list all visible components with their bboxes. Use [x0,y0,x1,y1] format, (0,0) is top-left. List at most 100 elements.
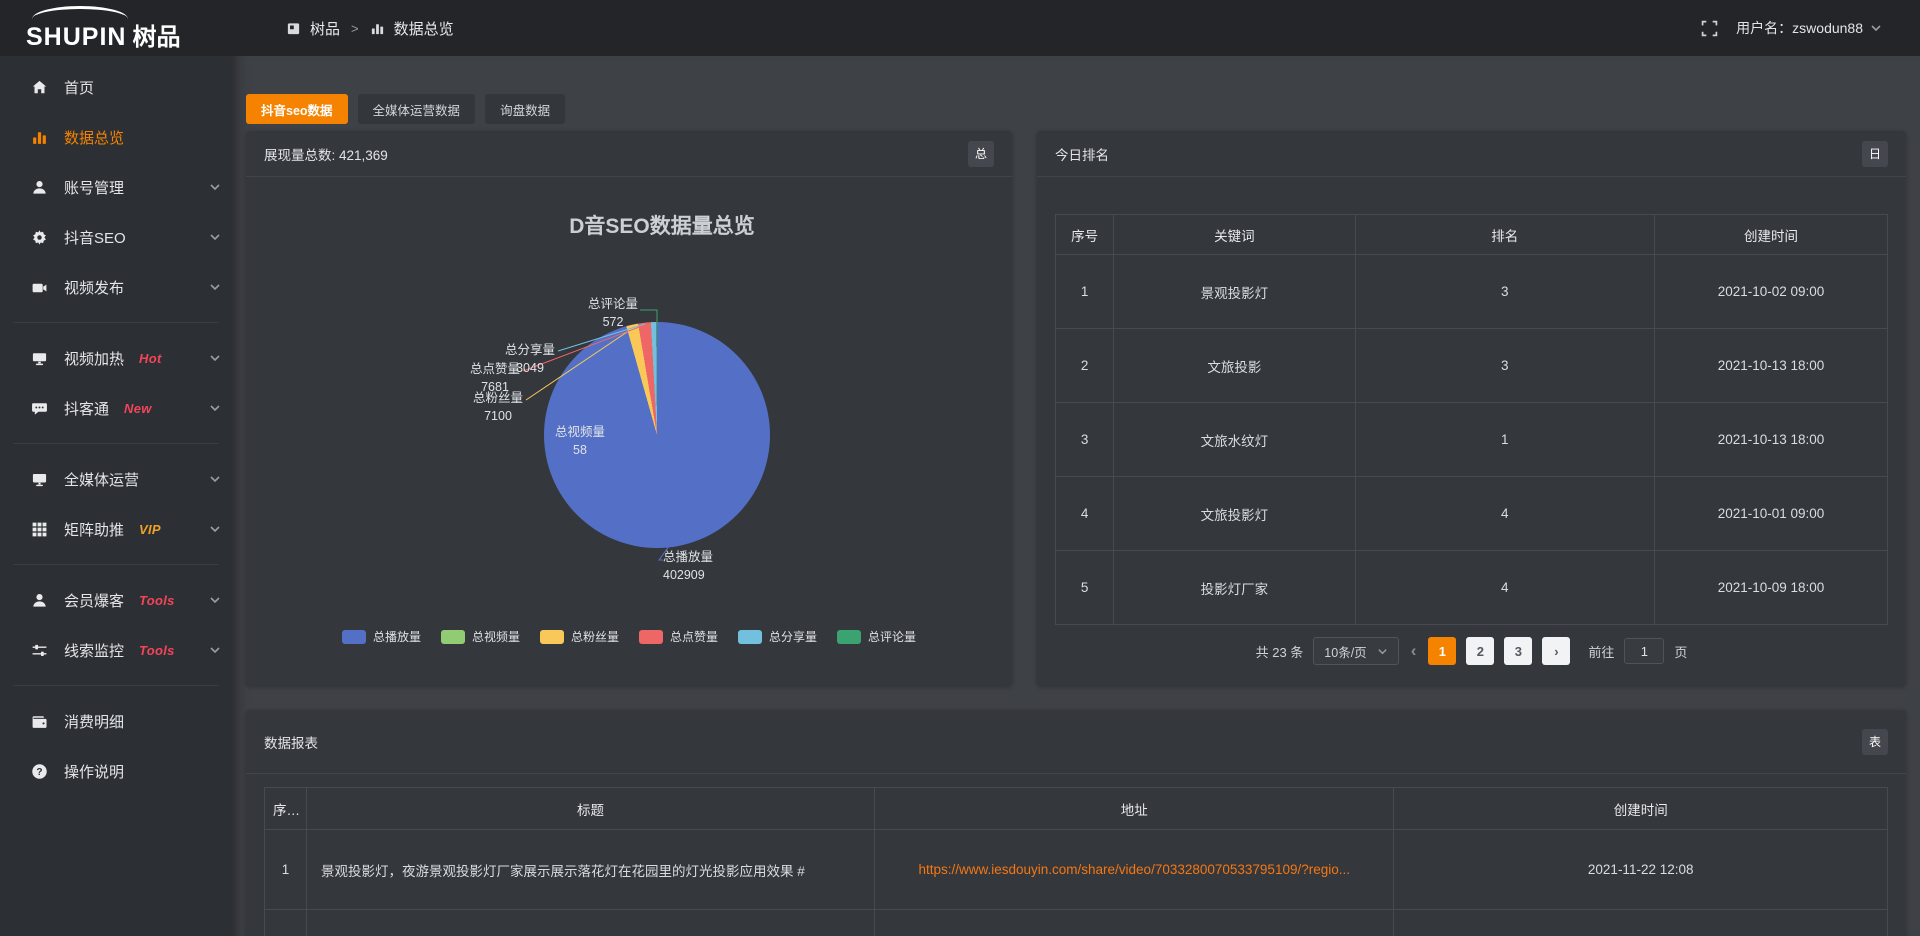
report-col-header: 创建时间 [1394,788,1888,830]
tab-douyin-seo-data[interactable]: 抖音seo数据 [246,94,348,124]
rank-col-header: 创建时间 [1655,215,1888,255]
prev-page-button[interactable]: ‹ [1409,641,1419,661]
logo-text-en: SHUPIN [26,23,126,52]
rank-cell: 4 [1056,477,1114,551]
username-label: 用户名：zswodun88 [1736,18,1863,38]
report-cell-created: 2021-11-22 12:08 [1394,830,1888,910]
rank-cell: 3 [1355,255,1655,329]
sidebar-item-badge: New [124,401,152,416]
legend-swatch [639,630,663,644]
rank-cell: 文旅水纹灯 [1114,403,1355,477]
sidebar-divider [13,685,219,686]
legend-label: 总视频量 [472,628,520,645]
legend-label: 总分享量 [769,628,817,645]
legend-item-1[interactable]: 总视频量 [441,628,520,645]
sidebar-item-omni-media[interactable]: 全媒体运营 [0,454,232,504]
legend-label: 总粉丝量 [571,628,619,645]
sidebar-item-label: 抖音SEO [64,227,126,248]
grid-icon [30,521,49,538]
sidebar-item-label: 矩阵助推 [64,519,124,540]
breadcrumb-current[interactable]: 数据总览 [394,18,454,39]
rank-cell: 文旅投影灯 [1114,477,1355,551]
pie-label-value: 7681 [470,378,520,396]
sidebar-item-home[interactable]: 首页 [0,62,232,112]
rank-table-row: 2文旅投影32021-10-13 18:00 [1056,329,1888,403]
svg-text:?: ? [36,766,42,777]
rank-col-header: 关键词 [1114,215,1355,255]
total-count-label: 共 23 条 [1256,642,1304,661]
sidebar-item-member-baoke[interactable]: 会员爆客Tools [0,575,232,625]
shupin-square-icon [286,21,301,36]
chat-icon [30,400,49,417]
rank-cell: 4 [1355,551,1655,625]
chevron-down-icon [209,231,221,243]
page-button-1[interactable]: 1 [1428,637,1456,665]
sidebar-item-label: 数据总览 [64,127,124,148]
video-link[interactable]: https://www.iesdouyin.com/share/video/70… [918,862,1350,877]
tab-inquiry-data[interactable]: 询盘数据 [485,94,565,124]
rank-day-button[interactable]: 日 [1862,141,1888,167]
home-icon [30,79,49,96]
data-source-tabs: 抖音seo数据全媒体运营数据询盘数据 [246,94,1906,124]
sidebar-item-consumption-detail[interactable]: 消费明细 [0,696,232,746]
chevron-down-icon [209,473,221,485]
chevron-down-icon [209,281,221,293]
sidebar-item-data-overview[interactable]: 数据总览 [0,112,232,162]
user-menu[interactable]: 用户名：zswodun88 [1736,18,1882,38]
sidebar-item-clue-monitor[interactable]: 线索监控Tools [0,625,232,675]
chart-panel-title: 展现量总数: 421,369 [264,144,388,164]
report-col-header: 序号 [265,788,307,830]
rank-table-header-row: 序号关键词排名创建时间 [1056,215,1888,255]
fullscreen-icon[interactable] [1701,20,1718,37]
goto-label: 前往 [1588,642,1614,661]
pagination: 共 23 条 10条/页 ‹ 123 › 前往 页 [1055,637,1888,665]
gear-icon [30,229,49,246]
legend-swatch [342,630,366,644]
chart-total-button[interactable]: 总 [968,141,994,167]
legend-item-4[interactable]: 总分享量 [738,628,817,645]
heat-icon [30,350,49,367]
question-icon: ? [30,763,49,780]
rank-table: 序号关键词排名创建时间 1景观投影灯32021-10-02 09:002文旅投影… [1055,214,1888,625]
page-button-3[interactable]: 3 [1504,637,1532,665]
chevron-down-icon [209,352,221,364]
sidebar-item-douyin-seo[interactable]: 抖音SEO [0,212,232,262]
legend-item-3[interactable]: 总点赞量 [639,628,718,645]
sidebar-item-matrix-boost[interactable]: 矩阵助推VIP [0,504,232,554]
video-icon [30,279,49,296]
page-button-2[interactable]: 2 [1466,637,1494,665]
legend-item-2[interactable]: 总粉丝量 [540,628,619,645]
rank-col-header: 序号 [1056,215,1114,255]
legend-item-5[interactable]: 总评论量 [837,628,916,645]
top-header: SHUPIN 树品 树品 > 数据总览 用户名：zswodun88 [0,0,1920,56]
pie-label-name: 总视频量 [555,423,605,441]
seo-chart-panel: 展现量总数: 421,369 总 D音SEO数据量总览 总播放量402909总视… [246,131,1012,686]
rank-cell: 2021-10-13 18:00 [1655,329,1888,403]
sidebar-item-doukertong[interactable]: 抖客通New [0,383,232,433]
rank-cell: 投影灯厂家 [1114,551,1355,625]
sidebar-divider [13,564,219,565]
rank-panel-title: 今日排名 [1055,144,1109,164]
today-rank-panel: 今日排名 日 序号关键词排名创建时间 1景观投影灯32021-10-02 09:… [1037,131,1906,686]
sidebar-item-account-management[interactable]: 账号管理 [0,162,232,212]
legend-label: 总点赞量 [670,628,718,645]
report-table-button[interactable]: 表 [1862,729,1888,755]
report-table-row: 1景观投影灯，夜游景观投影灯厂家展示展示落花灯在花园里的灯光投影应用效果 #ht… [265,830,1888,910]
user-icon [30,179,49,196]
breadcrumb-root[interactable]: 树品 [310,18,340,39]
goto-page-input[interactable] [1624,638,1664,664]
sliders-icon [30,642,49,659]
sidebar-item-video-heat[interactable]: 视频加热Hot [0,333,232,383]
legend-item-0[interactable]: 总播放量 [342,628,421,645]
sidebar-item-operation-guide[interactable]: ?操作说明 [0,746,232,796]
sidebar-item-label: 首页 [64,77,94,98]
sidebar-item-video-publish[interactable]: 视频发布 [0,262,232,312]
page-size-select[interactable]: 10条/页 [1313,637,1398,665]
tab-omni-media-data[interactable]: 全媒体运营数据 [358,94,476,124]
rank-col-header: 排名 [1355,215,1655,255]
pie-label-0: 总播放量402909 [663,548,713,584]
pie-label-name: 总分享量 [505,341,555,359]
chart-icon [30,129,49,146]
pie-label-name: 总播放量 [663,548,713,566]
next-page-button[interactable]: › [1542,637,1570,665]
